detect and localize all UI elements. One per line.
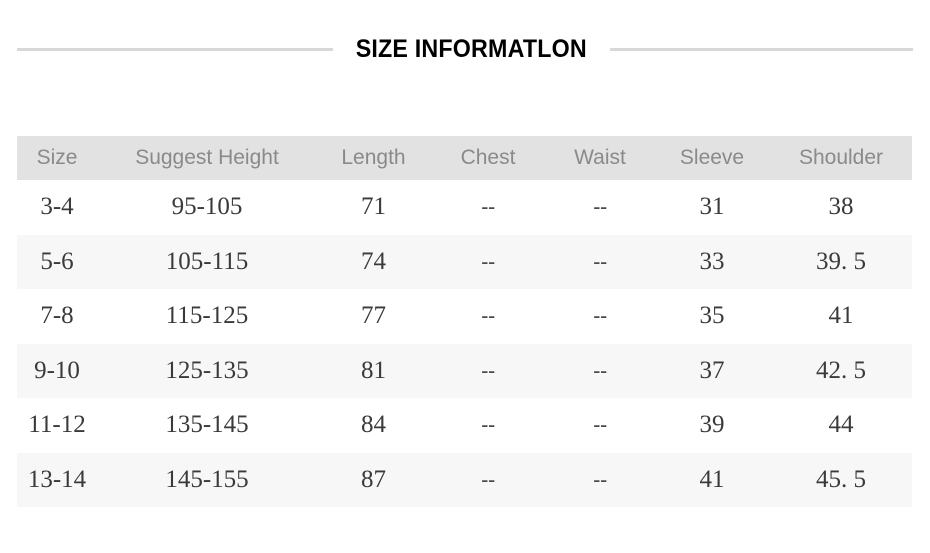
column-header-size: Size (36, 146, 78, 169)
cell-sleeve: 35 (699, 302, 725, 330)
cell-size: 7-8 (40, 302, 74, 330)
cell-chest: -- (481, 412, 495, 438)
cell-shoulder: 45. 5 (816, 465, 866, 493)
cell-waist: -- (593, 357, 607, 383)
cell-chest: -- (481, 248, 495, 274)
title-rule-left (17, 47, 334, 51)
cell-waist: -- (593, 466, 607, 492)
size-table-container: Size Suggest Height Length Chest Waist S… (17, 136, 912, 507)
column-header-length: Length (341, 146, 406, 169)
cell-suggest-height: 95-105 (171, 193, 243, 221)
cell-suggest-height: 105-115 (165, 247, 249, 275)
table-header-row: Size Suggest Height Length Chest Waist S… (17, 136, 912, 180)
cell-length: 81 (361, 356, 386, 384)
cell-size: 13-14 (27, 465, 87, 493)
cell-suggest-height: 115-125 (165, 302, 249, 330)
column-header-shoulder: Shoulder (798, 146, 884, 169)
cell-length: 71 (361, 193, 386, 221)
cell-suggest-height: 145-155 (165, 465, 249, 493)
cell-shoulder: 38 (828, 193, 854, 221)
size-table: Size Suggest Height Length Chest Waist S… (17, 136, 912, 507)
cell-sleeve: 37 (699, 356, 725, 384)
column-header-waist: Waist (574, 146, 626, 169)
cell-shoulder: 42. 5 (816, 356, 866, 384)
size-information-panel: SIZE INFORMATLON Size Suggest Height Len… (0, 0, 930, 553)
table-row: 11-12 135-145 84 -- -- 39 44 (17, 398, 912, 453)
cell-size: 5-6 (40, 247, 74, 275)
title-rule-right (609, 47, 913, 51)
table-row: 13-14 145-155 87 -- -- 41 45. 5 (17, 452, 912, 507)
cell-waist: -- (593, 412, 607, 438)
cell-shoulder: 39. 5 (816, 247, 866, 275)
cell-suggest-height: 125-135 (165, 356, 249, 384)
cell-chest: -- (481, 357, 495, 383)
cell-size: 11-12 (28, 411, 86, 439)
cell-length: 74 (361, 247, 386, 275)
cell-waist: -- (593, 248, 607, 274)
cell-length: 84 (361, 411, 386, 439)
cell-sleeve: 39 (699, 411, 725, 439)
table-body: 3-4 95-105 71 -- -- 31 38 5-6 105-115 74… (17, 180, 912, 507)
cell-suggest-height: 135-145 (165, 411, 249, 439)
cell-sleeve: 41 (699, 465, 725, 493)
table-row: 9-10 125-135 81 -- -- 37 42. 5 (17, 343, 912, 398)
cell-shoulder: 44 (828, 411, 854, 439)
column-header-suggest-height: Suggest Height (135, 146, 279, 169)
cell-shoulder: 41 (828, 302, 854, 330)
cell-size: 9-10 (34, 356, 80, 384)
page-title: SIZE INFORMATLON (355, 34, 588, 63)
cell-waist: -- (593, 194, 607, 220)
cell-length: 87 (361, 465, 386, 493)
cell-length: 77 (361, 302, 386, 330)
table-row: 5-6 105-115 74 -- -- 33 39. 5 (17, 234, 912, 289)
cell-chest: -- (481, 466, 495, 492)
cell-chest: -- (481, 303, 495, 329)
table-row: 7-8 115-125 77 -- -- 35 41 (17, 289, 912, 344)
column-header-sleeve: Sleeve (679, 146, 745, 169)
cell-sleeve: 31 (699, 193, 725, 221)
cell-sleeve: 33 (699, 247, 725, 275)
column-header-chest: Chest (460, 146, 516, 169)
table-row: 3-4 95-105 71 -- -- 31 38 (17, 180, 912, 235)
cell-waist: -- (593, 303, 607, 329)
section-title: SIZE INFORMATLON (0, 30, 930, 68)
table-header: Size Suggest Height Length Chest Waist S… (17, 136, 912, 180)
cell-chest: -- (481, 194, 495, 220)
cell-size: 3-4 (40, 193, 74, 221)
